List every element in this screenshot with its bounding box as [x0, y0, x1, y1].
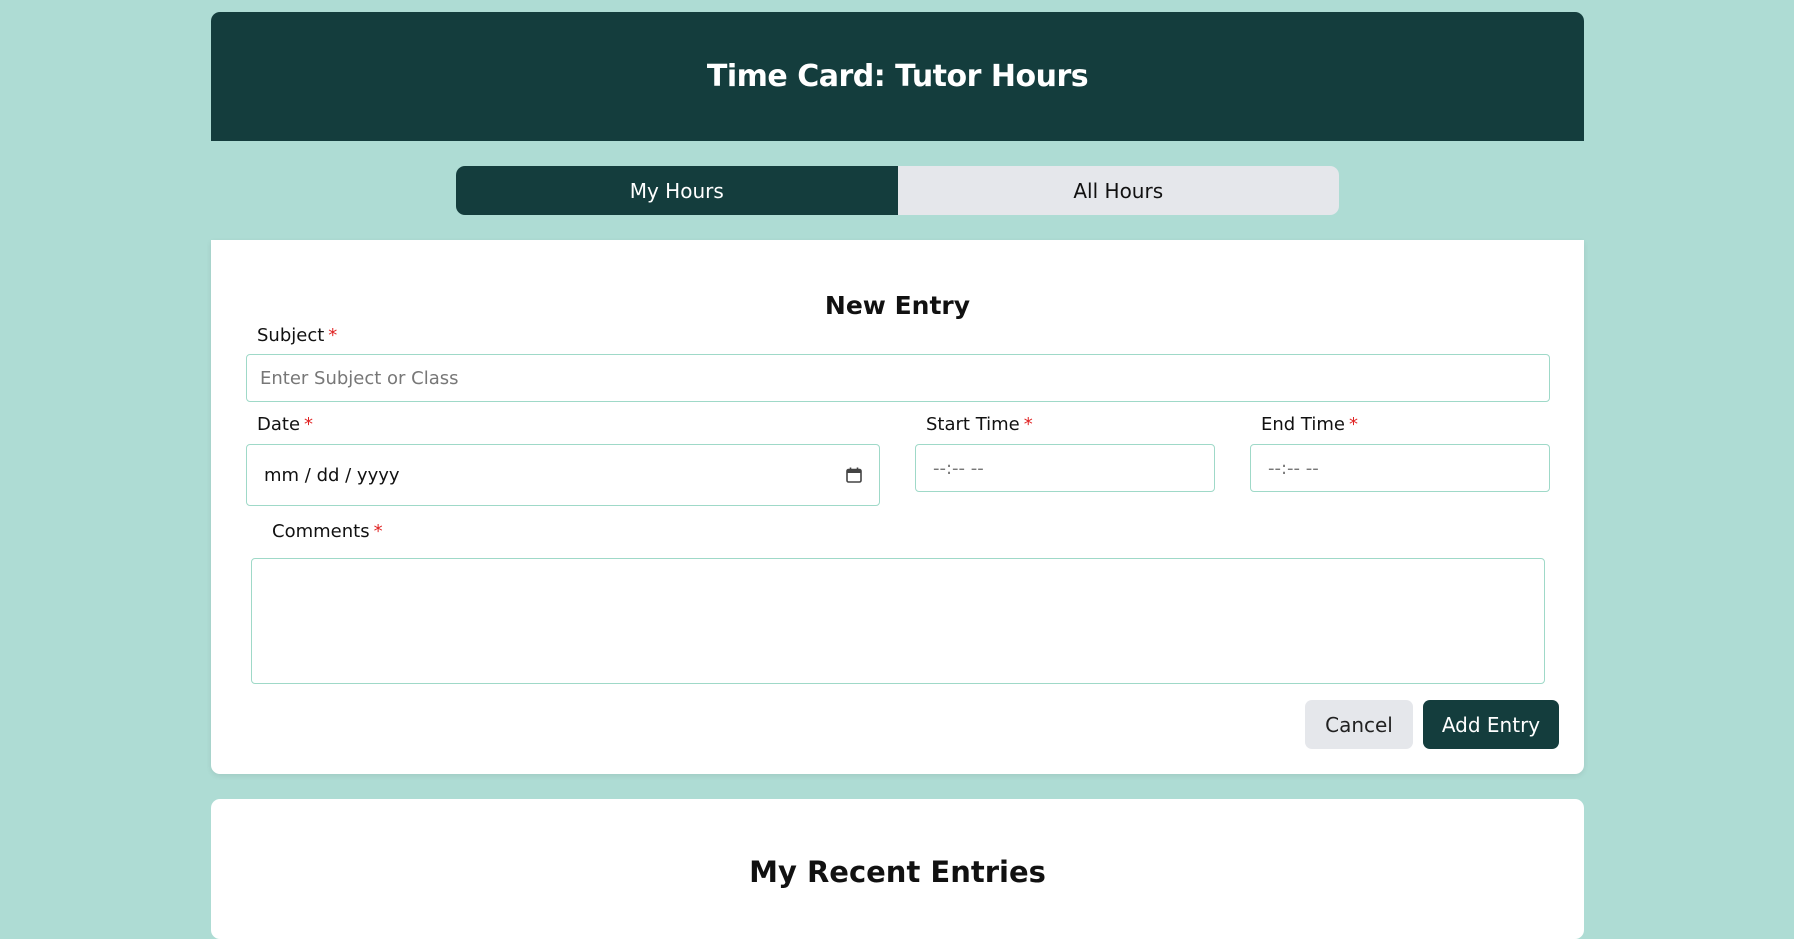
new-entry-card: New Entry Subject * Enter Subject or Clas…	[211, 240, 1584, 774]
subject-input[interactable]: Enter Subject or Class	[246, 354, 1550, 402]
form-title: New Entry	[824, 291, 971, 320]
date-label: Date *	[257, 414, 314, 435]
add-entry-button[interactable]: Add Entry	[1423, 700, 1559, 749]
cancel-button[interactable]: Cancel	[1305, 700, 1413, 749]
start-time-label: Start Time *	[926, 414, 1033, 435]
required-marker: *	[1348, 414, 1358, 435]
tab-all-hours[interactable]: All Hours	[897, 166, 1339, 215]
end-time-label: End Time *	[1261, 414, 1358, 435]
end-time-value: --:-- --	[1268, 457, 1319, 479]
date-value: mm / dd / yyyy	[264, 464, 400, 486]
required-marker: *	[304, 414, 314, 435]
comments-textarea[interactable]	[251, 558, 1545, 684]
required-marker: *	[328, 325, 338, 346]
subject-placeholder: Enter Subject or Class	[260, 367, 459, 389]
comments-label: Comments *	[272, 521, 383, 542]
tab-bar: My Hours All Hours	[456, 166, 1339, 215]
required-marker: *	[373, 521, 383, 542]
tab-my-hours[interactable]: My Hours	[456, 166, 898, 215]
recent-entries-title: My Recent Entries	[749, 855, 1046, 889]
recent-entries-card: My Recent Entries	[211, 799, 1584, 939]
app-header: Time Card: Tutor Hours	[211, 12, 1584, 141]
page-title: Time Card: Tutor Hours	[706, 59, 1089, 94]
start-time-input[interactable]: --:-- --	[915, 444, 1215, 492]
date-input[interactable]: mm / dd / yyyy	[246, 444, 880, 506]
required-marker: *	[1023, 414, 1033, 435]
end-time-input[interactable]: --:-- --	[1250, 444, 1550, 492]
start-time-value: --:-- --	[933, 457, 984, 479]
calendar-icon[interactable]	[845, 466, 863, 484]
subject-label: Subject *	[257, 325, 338, 346]
